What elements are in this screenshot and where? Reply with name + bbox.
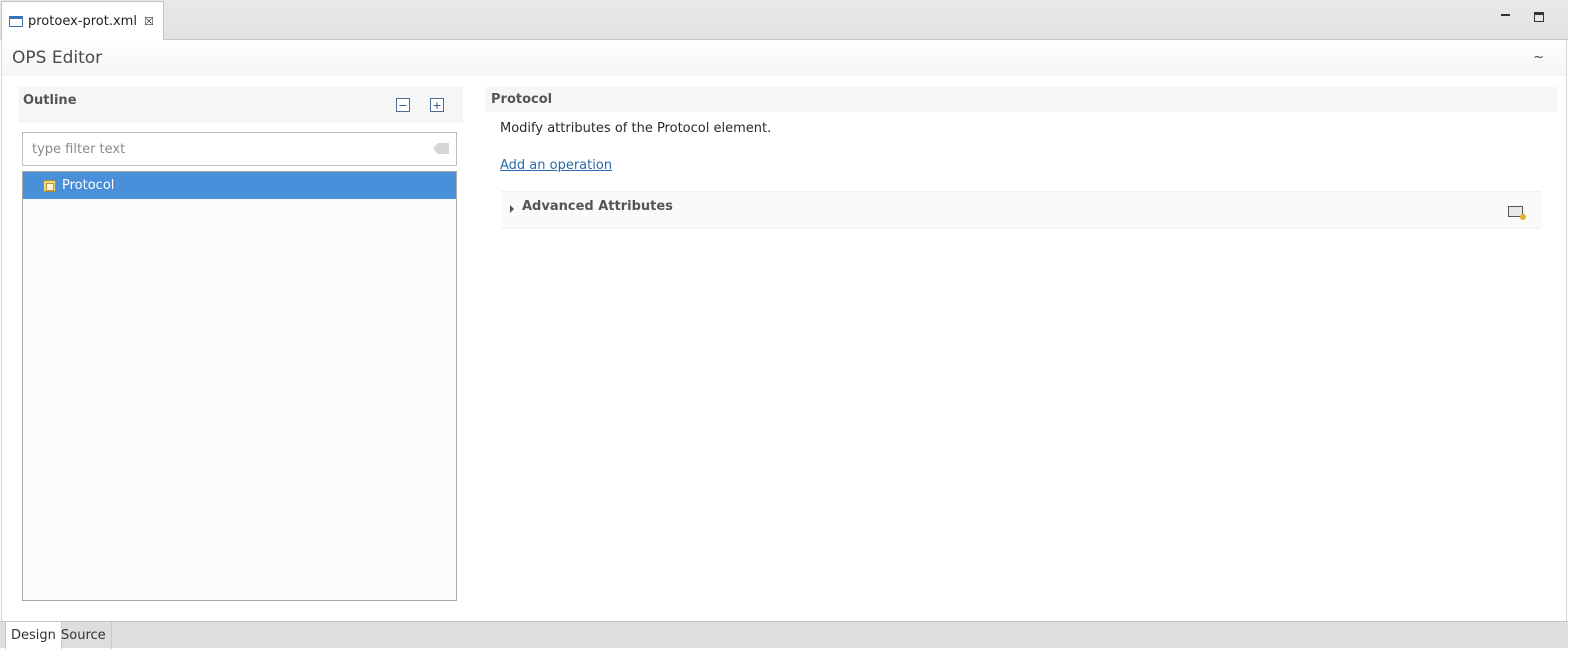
editor-tab-strip: protoex-prot.xml ☒: [0, 0, 1568, 40]
form-title: OPS Editor: [12, 48, 103, 68]
ops-editor-form: OPS Editor ~ Outline − + Protocol Protoc…: [1, 40, 1567, 621]
page-tab-bar: Design Source: [0, 621, 1568, 649]
tab-design[interactable]: Design: [5, 622, 62, 649]
tree-item-label: Protocol: [62, 178, 115, 193]
advanced-attributes-label[interactable]: Advanced Attributes: [522, 199, 673, 214]
tab-source-label: Source: [61, 628, 106, 643]
collapse-all-icon[interactable]: −: [396, 98, 410, 112]
clear-filter-icon[interactable]: [433, 143, 449, 154]
details-title: Protocol: [491, 92, 553, 107]
tab-design-label: Design: [11, 628, 56, 643]
element-folder-icon: [43, 179, 56, 192]
editor-tab-label: protoex-prot.xml: [28, 13, 137, 29]
editor-tab[interactable]: protoex-prot.xml ☒: [1, 1, 164, 40]
add-operation-link[interactable]: Add an operation: [500, 158, 612, 173]
filter-input[interactable]: [23, 133, 413, 165]
advanced-attributes-section[interactable]: Advanced Attributes: [501, 191, 1541, 229]
outline-tree[interactable]: Protocol: [22, 171, 457, 601]
details-description: Modify attributes of the Protocol elemen…: [500, 121, 772, 136]
details-header: Protocol: [485, 87, 1557, 112]
tab-source[interactable]: Source: [56, 622, 112, 649]
details-section: Protocol Modify attributes of the Protoc…: [485, 87, 1557, 267]
expand-arrow-icon[interactable]: [510, 205, 514, 213]
tree-item-protocol[interactable]: Protocol: [23, 172, 456, 199]
outline-title: Outline: [23, 93, 77, 108]
expand-all-icon[interactable]: +: [430, 98, 444, 112]
form-header: OPS Editor ~: [2, 40, 1566, 76]
filter-box: [22, 132, 457, 166]
maximize-icon[interactable]: [1531, 9, 1547, 25]
collapse-header-icon[interactable]: ~: [1533, 50, 1544, 65]
attribute-settings-icon[interactable]: [1508, 206, 1526, 220]
xml-file-icon: [9, 15, 23, 27]
minimize-icon[interactable]: [1497, 9, 1513, 25]
outline-section: Outline − + Protocol: [18, 87, 463, 605]
outline-header: Outline − +: [18, 87, 463, 123]
close-icon[interactable]: ☒: [144, 15, 154, 28]
